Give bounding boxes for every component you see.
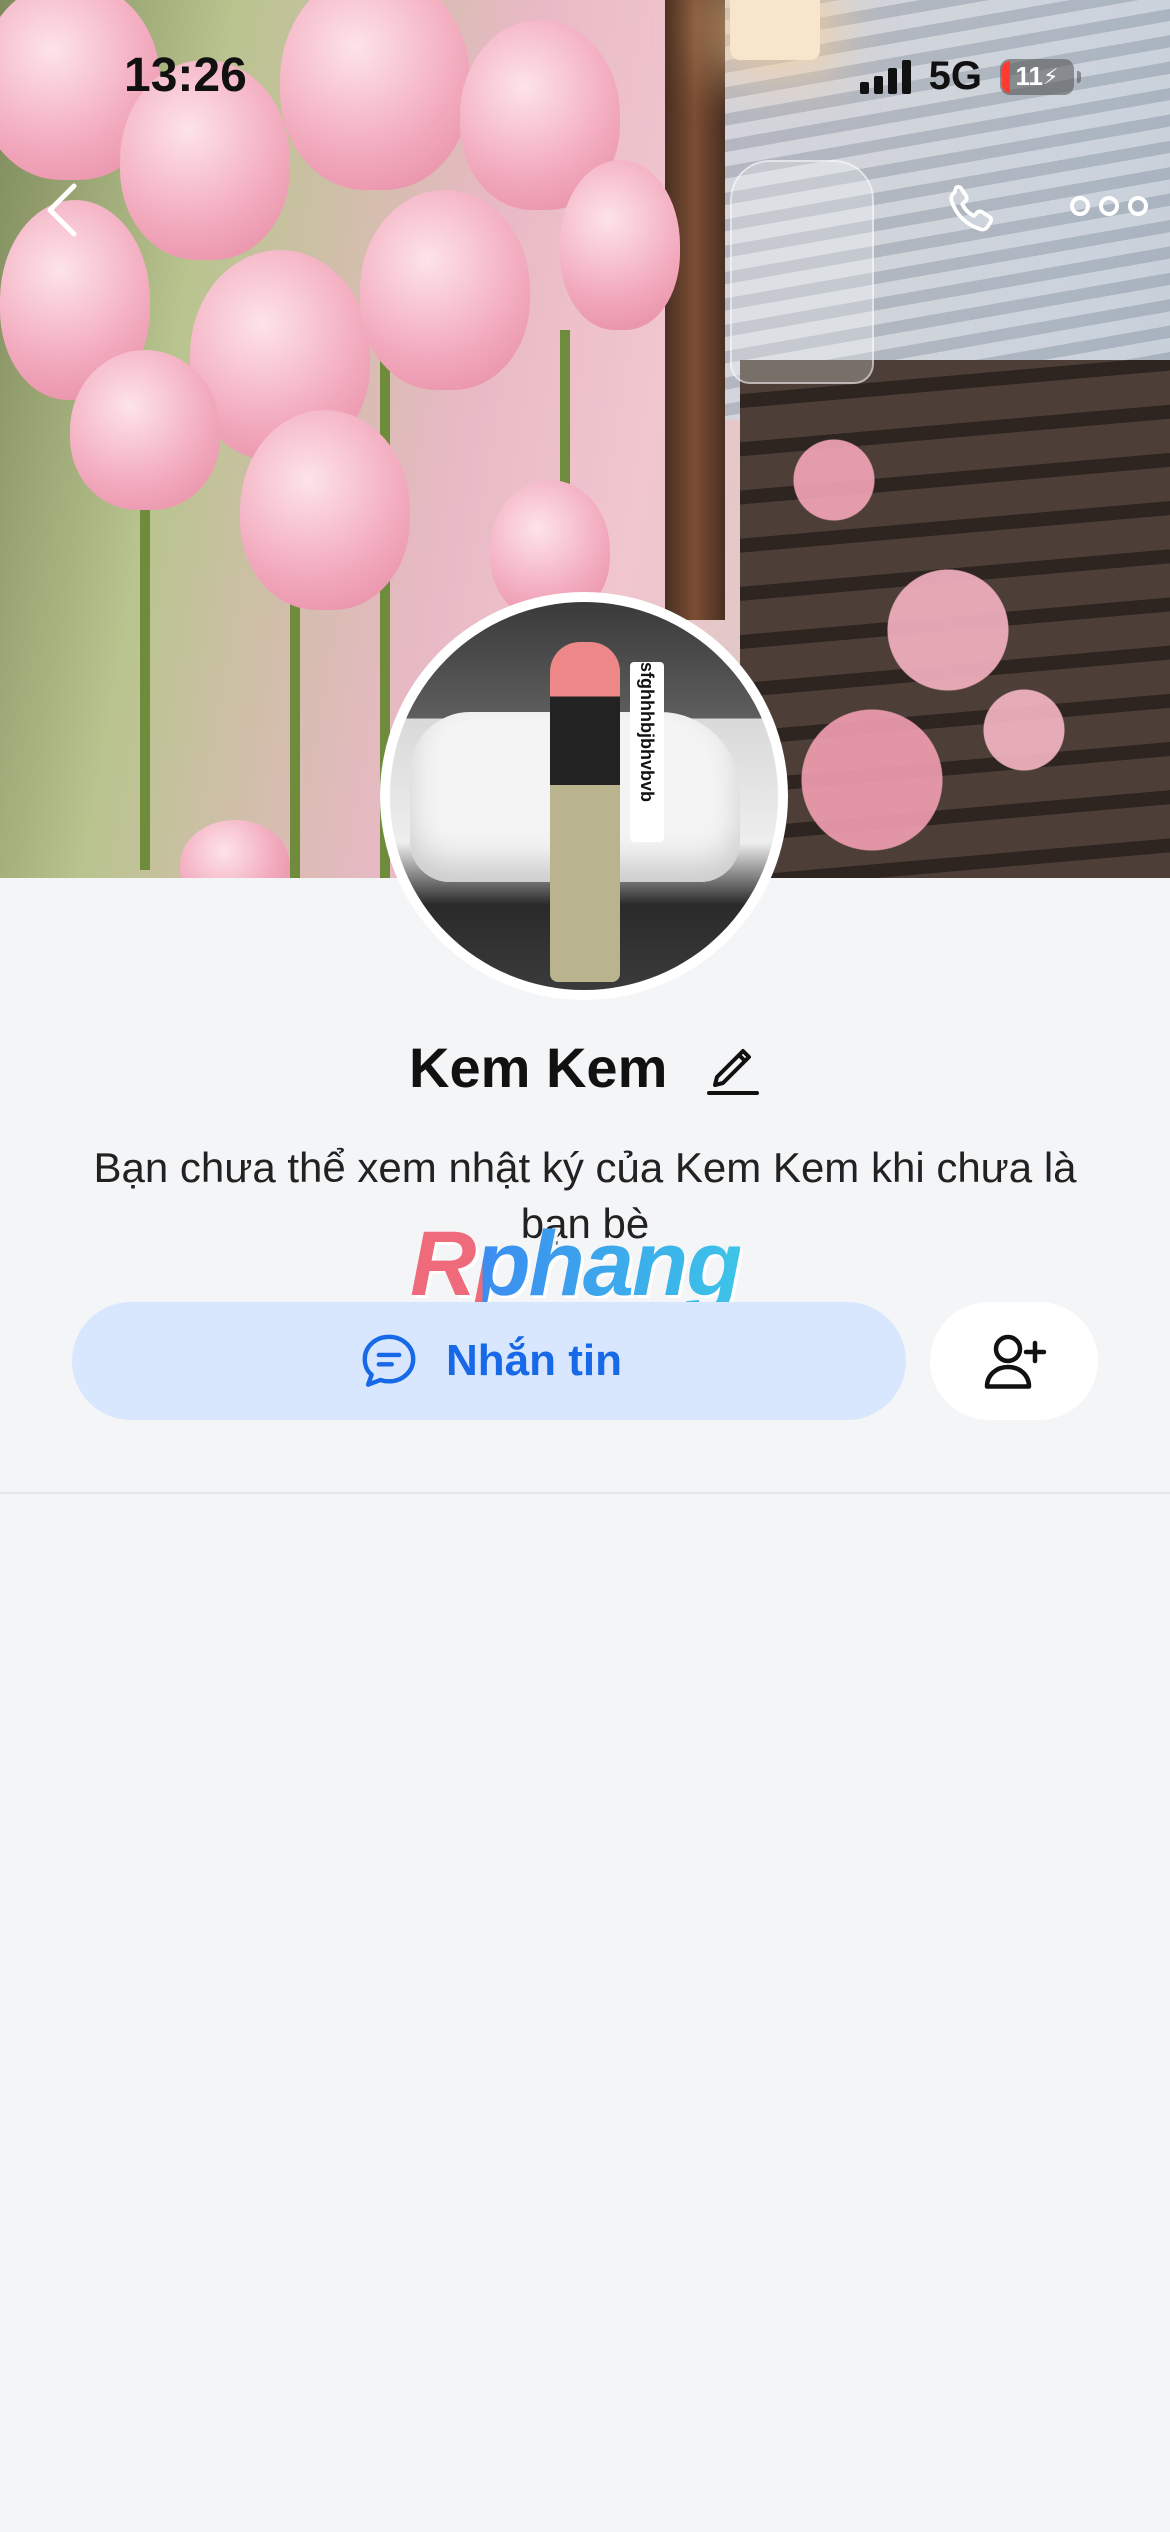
add-user-icon: [984, 1334, 1047, 1389]
cover-glass: [730, 160, 874, 384]
chat-bubble-icon: [362, 1334, 416, 1387]
avatar-person: [550, 642, 620, 982]
tulip-stem: [290, 590, 300, 878]
tulip: [70, 350, 220, 510]
tulip: [180, 820, 290, 878]
message-button[interactable]: Nhắn tin: [72, 1302, 906, 1420]
status-time: 13:26: [124, 49, 247, 102]
avatar-tag-text: sfghhhbjbhvbvb: [637, 662, 657, 802]
phone-icon[interactable]: [938, 178, 1004, 244]
charging-icon: ⚡: [1043, 63, 1059, 89]
avatar-tag: sfghhhbjbhvbvb: [630, 662, 664, 842]
pencil-icon[interactable]: [705, 1037, 761, 1097]
status-indicators: 5G 11 ⚡: [859, 54, 1081, 99]
avatar-photo: sfghhhbjbhvbvb: [390, 602, 778, 990]
profile-name-row: Kem Kem: [0, 1030, 1170, 1100]
more-horizontal-icon[interactable]: [1070, 196, 1148, 216]
network-type: 5G: [928, 54, 982, 98]
section-divider: [0, 1492, 1170, 1494]
profile-name: Kem Kem: [409, 1035, 668, 1099]
cover-post: [665, 0, 725, 620]
tulip-stem: [140, 470, 150, 870]
avatar[interactable]: sfghhhbjbhvbvb: [380, 592, 788, 1000]
add-friend-button[interactable]: [930, 1302, 1098, 1420]
tulip: [240, 410, 410, 610]
battery-icon: 11 ⚡: [1000, 58, 1081, 95]
chevron-left-icon[interactable]: [42, 180, 82, 240]
tulip: [280, 0, 470, 190]
cover-candle: [730, 0, 820, 60]
battery-level: 11: [1015, 61, 1044, 91]
tulip: [360, 190, 530, 390]
tulip: [560, 160, 680, 330]
message-button-label: Nhắn tin: [446, 1336, 622, 1385]
signal-icon: [859, 59, 911, 94]
